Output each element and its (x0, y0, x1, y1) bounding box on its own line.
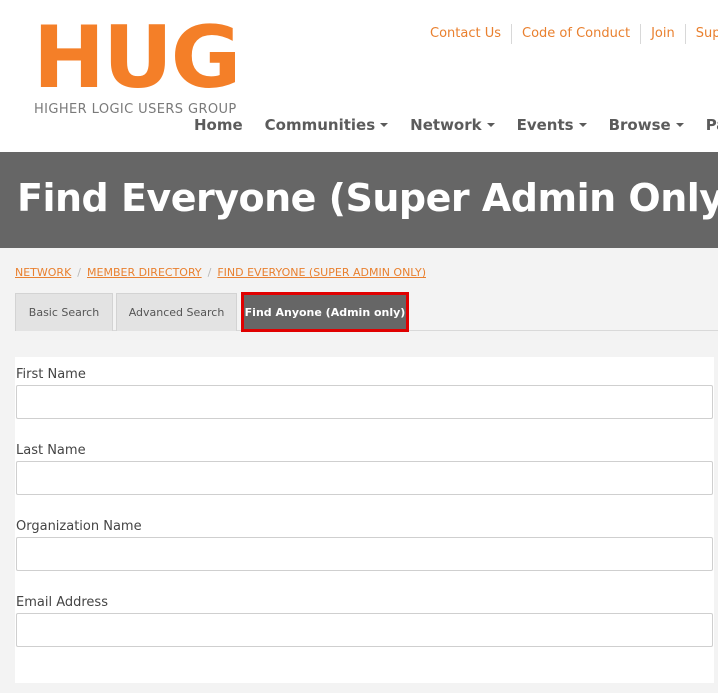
site-header: HUG HIGHER LOGIC USERS GROUP Contact Us … (0, 0, 718, 152)
nav-network[interactable]: Network (410, 114, 495, 136)
caret-down-icon (675, 123, 684, 127)
tab-basic-search[interactable]: Basic Search (15, 293, 113, 331)
last-name-input[interactable] (16, 461, 713, 495)
contact-us-link[interactable]: Contact Us (420, 24, 511, 44)
search-tabs: Basic Search Advanced Search Find Anyone… (15, 292, 718, 332)
first-name-input[interactable] (16, 385, 713, 419)
main-nav: Home Communities Network Events Browse P… (194, 114, 718, 136)
code-of-conduct-link[interactable]: Code of Conduct (512, 24, 640, 44)
nav-participate-label: Partici (705, 116, 718, 134)
email-address-label: Email Address (16, 595, 108, 610)
breadcrumb-member-directory[interactable]: MEMBER DIRECTORY (87, 266, 202, 279)
nav-network-label: Network (410, 116, 482, 134)
breadcrumb-find-everyone[interactable]: FIND EVERYONE (SUPER ADMIN ONLY) (217, 266, 426, 279)
nav-communities-label: Communities (264, 116, 376, 134)
breadcrumb-separator: / (77, 266, 82, 279)
nav-events[interactable]: Events (517, 114, 587, 136)
caret-down-icon (486, 123, 495, 127)
nav-communities[interactable]: Communities (265, 114, 389, 136)
breadcrumb-separator: / (207, 266, 212, 279)
nav-browse-label: Browse (608, 116, 671, 134)
tab-find-anyone[interactable]: Find Anyone (Admin only) (241, 292, 409, 332)
search-form: First Name Last Name Organization Name E… (15, 357, 714, 683)
last-name-label: Last Name (16, 443, 86, 458)
nav-home[interactable]: Home (194, 114, 243, 136)
nav-participate[interactable]: Partici (706, 114, 718, 136)
title-banner: Find Everyone (Super Admin Only) (0, 152, 718, 248)
nav-events-label: Events (516, 116, 574, 134)
caret-down-icon (380, 123, 389, 127)
email-address-input[interactable] (16, 613, 713, 647)
nav-home-label: Home (194, 116, 243, 134)
organization-name-label: Organization Name (16, 519, 142, 534)
caret-down-icon (578, 123, 587, 127)
utility-nav: Contact Us Code of Conduct Join Suppor (420, 24, 718, 44)
breadcrumb: NETWORK / MEMBER DIRECTORY / FIND EVERYO… (15, 266, 426, 279)
first-name-label: First Name (16, 367, 86, 382)
organization-name-input[interactable] (16, 537, 713, 571)
breadcrumb-network[interactable]: NETWORK (15, 266, 71, 279)
support-link[interactable]: Suppor (686, 24, 718, 44)
nav-browse[interactable]: Browse (609, 114, 684, 136)
logo-mark: HUG (33, 8, 241, 108)
join-link[interactable]: Join (641, 24, 685, 44)
page-title: Find Everyone (Super Admin Only) (17, 176, 718, 220)
tab-advanced-search[interactable]: Advanced Search (116, 293, 237, 331)
hug-logo[interactable]: HUG HIGHER LOGIC USERS GROUP (33, 15, 248, 122)
